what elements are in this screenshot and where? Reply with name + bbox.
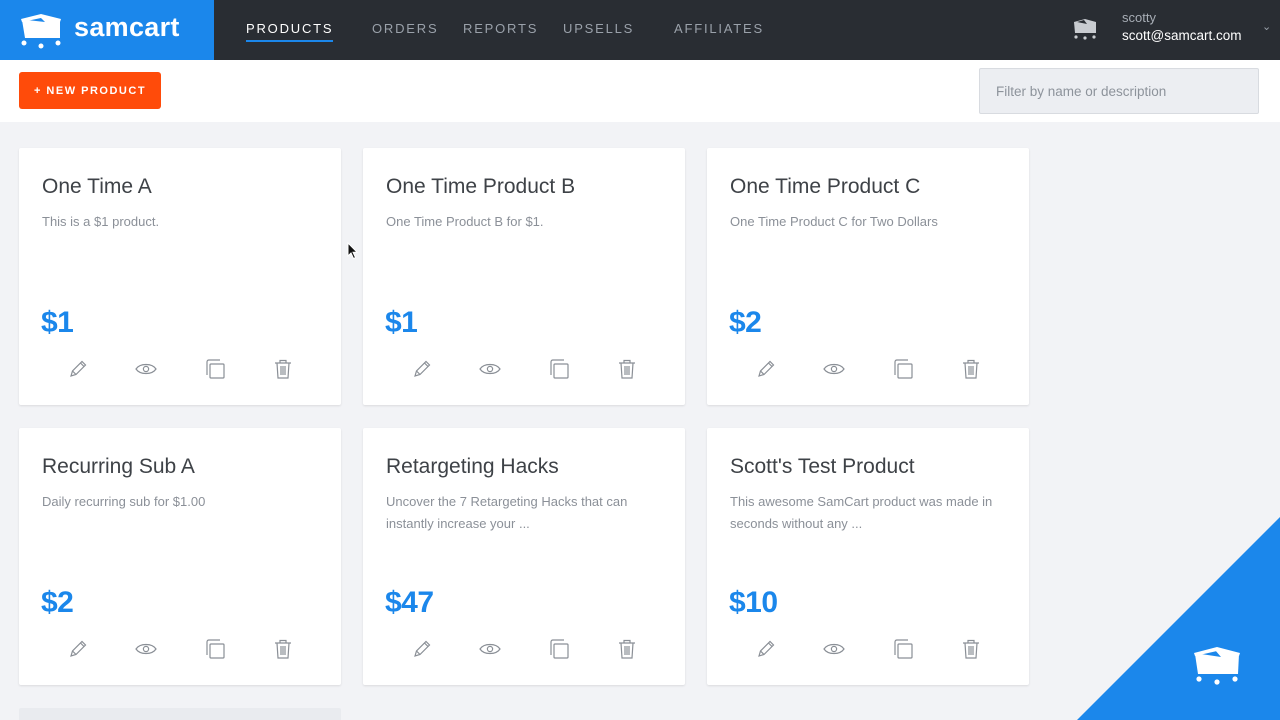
delete-button[interactable] [614, 356, 640, 382]
delete-icon [963, 359, 979, 379]
delete-button[interactable] [958, 356, 984, 382]
product-actions [707, 636, 1029, 662]
duplicate-button[interactable] [546, 356, 572, 382]
samcart-cart-icon [21, 14, 61, 49]
new-product-button[interactable]: + NEW PRODUCT [19, 72, 161, 109]
delete-button[interactable] [958, 636, 984, 662]
nav-products[interactable]: PRODUCTS [246, 21, 334, 42]
duplicate-icon [550, 639, 569, 659]
user-avatar-cart-icon[interactable] [1072, 15, 1098, 41]
product-description: Daily recurring sub for $1.00 [42, 494, 206, 509]
preview-button[interactable] [133, 636, 159, 662]
top-navigation-bar: samcart PRODUCTS ORDERS REPORTS UPSELLS … [0, 0, 1280, 60]
filter-input[interactable] [979, 68, 1259, 114]
preview-button[interactable] [477, 356, 503, 382]
delete-button[interactable] [270, 636, 296, 662]
edit-icon [414, 360, 431, 377]
product-description: Uncover the 7 Retargeting Hacks that can… [386, 494, 628, 531]
duplicate-button[interactable] [202, 636, 228, 662]
product-actions [363, 636, 685, 662]
chevron-down-icon[interactable]: ⌄ [1262, 20, 1271, 33]
delete-icon [275, 639, 291, 659]
duplicate-icon [550, 359, 569, 379]
user-name[interactable]: scotty [1122, 10, 1156, 25]
product-title[interactable]: Retargeting Hacks [386, 455, 559, 479]
product-title[interactable]: One Time Product B [386, 175, 575, 199]
product-price: $2 [41, 586, 74, 619]
edit-icon [70, 360, 87, 377]
preview-icon [135, 643, 157, 655]
duplicate-icon [206, 359, 225, 379]
product-description: This is a $1 product. [42, 214, 160, 229]
delete-icon [963, 639, 979, 659]
product-card[interactable]: One Time Product C One Time Product C for… [707, 148, 1029, 405]
product-card[interactable]: Scott's Test Product This awesome SamCart… [707, 428, 1029, 685]
products-toolbar: + NEW PRODUCT [0, 60, 1280, 122]
product-actions [19, 636, 341, 662]
duplicate-icon [894, 639, 913, 659]
preview-icon [479, 363, 501, 375]
product-description: One Time Product C for Two Dollars [730, 214, 938, 229]
product-actions [19, 356, 341, 382]
product-card[interactable]: Recurring Sub A Daily recurring sub for $… [19, 428, 341, 685]
preview-icon [823, 363, 845, 375]
product-price: $1 [385, 306, 418, 339]
delete-button[interactable] [270, 356, 296, 382]
duplicate-button[interactable] [546, 636, 572, 662]
product-card[interactable]: One Time A This is a $1 product. $1 [19, 148, 341, 405]
product-description: One Time Product B for $1. [386, 214, 544, 229]
product-card-partial[interactable] [19, 708, 341, 720]
nav-upsells[interactable]: UPSELLS [563, 21, 634, 36]
edit-button[interactable] [753, 356, 779, 382]
product-title[interactable]: One Time Product C [730, 175, 920, 199]
corner-brand-banner [1077, 517, 1280, 720]
duplicate-button[interactable] [890, 356, 916, 382]
brand-name: samcart [74, 11, 180, 42]
edit-button[interactable] [65, 636, 91, 662]
product-price: $2 [729, 306, 762, 339]
preview-button[interactable] [821, 356, 847, 382]
product-title[interactable]: Recurring Sub A [42, 455, 195, 479]
duplicate-icon [894, 359, 913, 379]
preview-button[interactable] [477, 636, 503, 662]
nav-affiliates[interactable]: AFFILIATES [674, 21, 764, 36]
edit-icon [758, 360, 775, 377]
edit-button[interactable] [409, 636, 435, 662]
delete-icon [275, 359, 291, 379]
product-price: $1 [41, 306, 74, 339]
edit-icon [70, 640, 87, 657]
corner-cart-icon [1194, 647, 1240, 685]
preview-icon [823, 643, 845, 655]
delete-icon [619, 359, 635, 379]
product-title[interactable]: One Time A [42, 175, 152, 199]
mouse-cursor-icon [347, 242, 359, 260]
product-actions [363, 356, 685, 382]
preview-button[interactable] [133, 356, 159, 382]
product-price: $47 [385, 586, 434, 619]
user-email[interactable]: scott@samcart.com [1122, 28, 1241, 43]
edit-icon [414, 640, 431, 657]
product-card[interactable]: Retargeting Hacks Uncover the 7 Retargeti… [363, 428, 685, 685]
product-card[interactable]: One Time Product B One Time Product B for… [363, 148, 685, 405]
duplicate-button[interactable] [202, 356, 228, 382]
brand-logo[interactable]: samcart [0, 0, 214, 60]
edit-button[interactable] [409, 356, 435, 382]
duplicate-button[interactable] [890, 636, 916, 662]
product-description: This awesome SamCart product was made in… [730, 494, 993, 531]
preview-icon [479, 643, 501, 655]
duplicate-icon [206, 639, 225, 659]
edit-button[interactable] [65, 356, 91, 382]
edit-icon [758, 640, 775, 657]
nav-reports[interactable]: REPORTS [463, 21, 538, 36]
delete-button[interactable] [614, 636, 640, 662]
nav-orders[interactable]: ORDERS [372, 21, 438, 36]
product-title[interactable]: Scott's Test Product [730, 455, 915, 479]
preview-icon [135, 363, 157, 375]
preview-button[interactable] [821, 636, 847, 662]
edit-button[interactable] [753, 636, 779, 662]
delete-icon [619, 639, 635, 659]
product-price: $10 [729, 586, 778, 619]
product-actions [707, 356, 1029, 382]
